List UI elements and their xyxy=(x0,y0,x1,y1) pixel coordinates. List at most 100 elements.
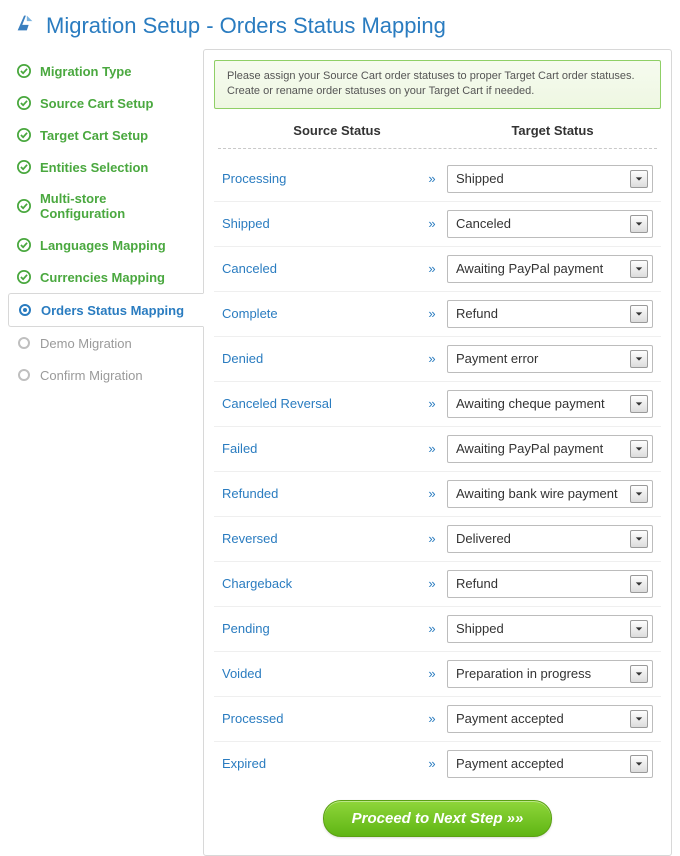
target-status-select[interactable]: Awaiting PayPal payment xyxy=(447,435,653,463)
info-box: Please assign your Source Cart order sta… xyxy=(214,60,661,109)
sidebar-item-label: Source Cart Setup xyxy=(40,96,153,111)
mapping-row: Complete» Refund xyxy=(214,291,661,336)
arrow-icon: » xyxy=(417,441,447,456)
arrow-icon: » xyxy=(417,216,447,231)
proceed-button[interactable]: Proceed to Next Step »» xyxy=(323,800,553,837)
page-title: Migration Setup - Orders Status Mapping xyxy=(46,13,446,39)
source-status-label[interactable]: Complete xyxy=(222,306,417,321)
source-status-label[interactable]: Chargeback xyxy=(222,576,417,591)
target-status-select[interactable]: Preparation in progress xyxy=(447,660,653,688)
mapping-row: Pending» Shipped xyxy=(214,606,661,651)
target-status-value: Payment accepted xyxy=(456,711,564,726)
source-status-label[interactable]: Denied xyxy=(222,351,417,366)
arrow-icon: » xyxy=(417,396,447,411)
target-status-select[interactable]: Canceled xyxy=(447,210,653,238)
sidebar-item[interactable]: Orders Status Mapping xyxy=(8,293,204,327)
check-circle-icon xyxy=(16,159,32,175)
wizard-sidebar: Migration Type Source Cart Setup Target Ca… xyxy=(8,49,203,856)
check-circle-icon xyxy=(16,63,32,79)
chevron-down-icon xyxy=(630,665,648,683)
target-status-select[interactable]: Awaiting PayPal payment xyxy=(447,255,653,283)
chevron-down-icon xyxy=(630,485,648,503)
sidebar-item-label: Demo Migration xyxy=(40,336,132,351)
sidebar-item-label: Confirm Migration xyxy=(40,368,143,383)
mapping-row: Refunded»Awaiting bank wire payment xyxy=(214,471,661,516)
chevron-down-icon xyxy=(630,575,648,593)
source-status-label[interactable]: Expired xyxy=(222,756,417,771)
source-status-label[interactable]: Voided xyxy=(222,666,417,681)
target-status-value: Shipped xyxy=(456,621,504,636)
target-status-select[interactable]: Payment accepted xyxy=(447,705,653,733)
chevron-down-icon xyxy=(630,260,648,278)
target-status-select[interactable]: Refund xyxy=(447,300,653,328)
source-status-label[interactable]: Canceled Reversal xyxy=(222,396,417,411)
sidebar-item[interactable]: Languages Mapping xyxy=(8,229,203,261)
mapping-row: Processed»Payment accepted xyxy=(214,696,661,741)
target-status-value: Refund xyxy=(456,306,498,321)
arrow-icon: » xyxy=(417,486,447,501)
target-status-value: Preparation in progress xyxy=(456,666,591,681)
arrow-icon: » xyxy=(417,261,447,276)
arrow-icon: » xyxy=(417,306,447,321)
source-status-label[interactable]: Processed xyxy=(222,711,417,726)
target-status-select[interactable]: Payment error xyxy=(447,345,653,373)
target-status-select[interactable]: Shipped xyxy=(447,615,653,643)
sidebar-item[interactable]: Migration Type xyxy=(8,55,203,87)
target-status-select[interactable]: Awaiting cheque payment xyxy=(447,390,653,418)
info-line: Create or rename order statuses on your … xyxy=(227,84,648,99)
sidebar-item-label: Migration Type xyxy=(40,64,131,79)
source-status-label[interactable]: Reversed xyxy=(222,531,417,546)
target-status-value: Awaiting PayPal payment xyxy=(456,261,603,276)
sidebar-item[interactable]: Entities Selection xyxy=(8,151,203,183)
source-column-header: Source Status xyxy=(222,123,452,138)
chevron-down-icon xyxy=(630,530,648,548)
sidebar-item[interactable]: Source Cart Setup xyxy=(8,87,203,119)
chevron-down-icon xyxy=(630,620,648,638)
target-status-select[interactable]: Shipped xyxy=(447,165,653,193)
target-status-value: Delivered xyxy=(456,531,511,546)
divider xyxy=(218,148,657,149)
arrow-icon: » xyxy=(417,621,447,636)
radio-empty-icon xyxy=(16,367,32,383)
source-status-label[interactable]: Processing xyxy=(222,171,417,186)
radio-empty-icon xyxy=(16,335,32,351)
source-status-label[interactable]: Canceled xyxy=(222,261,417,276)
mapping-row: Processing»Shipped xyxy=(214,157,661,201)
source-status-label[interactable]: Failed xyxy=(222,441,417,456)
column-headers: Source Status Target Status xyxy=(214,109,661,148)
arrow-icon: » xyxy=(417,756,447,771)
target-status-value: Payment error xyxy=(456,351,538,366)
mapping-row: Canceled» Awaiting PayPal payment xyxy=(214,246,661,291)
main-panel: Please assign your Source Cart order sta… xyxy=(203,49,672,856)
source-status-label[interactable]: Shipped xyxy=(222,216,417,231)
target-status-select[interactable]: Awaiting bank wire payment xyxy=(447,480,653,508)
page-header: Migration Setup - Orders Status Mapping xyxy=(0,0,680,49)
mapping-row: Reversed»Delivered xyxy=(214,516,661,561)
target-status-select[interactable]: Payment accepted xyxy=(447,750,653,778)
mapping-row: Chargeback»Refund xyxy=(214,561,661,606)
target-status-select[interactable]: Refund xyxy=(447,570,653,598)
radio-active-icon xyxy=(17,302,33,318)
target-column-header: Target Status xyxy=(452,123,653,138)
target-status-value: Refund xyxy=(456,576,498,591)
check-circle-icon xyxy=(16,198,32,214)
mapping-row: Expired»Payment accepted xyxy=(214,741,661,786)
source-status-label[interactable]: Pending xyxy=(222,621,417,636)
sidebar-item[interactable]: Multi-store Configuration xyxy=(8,183,203,229)
target-status-value: Awaiting cheque payment xyxy=(456,396,605,411)
source-status-label[interactable]: Refunded xyxy=(222,486,417,501)
sidebar-item[interactable]: Confirm Migration xyxy=(8,359,203,391)
arrow-icon: » xyxy=(417,171,447,186)
arrow-icon: » xyxy=(417,351,447,366)
sidebar-item[interactable]: Currencies Mapping xyxy=(8,261,203,293)
target-status-select[interactable]: Delivered xyxy=(447,525,653,553)
sidebar-item-label: Entities Selection xyxy=(40,160,148,175)
check-circle-icon xyxy=(16,127,32,143)
check-circle-icon xyxy=(16,237,32,253)
sidebar-item-label: Target Cart Setup xyxy=(40,128,148,143)
chevron-down-icon xyxy=(630,350,648,368)
sidebar-item[interactable]: Demo Migration xyxy=(8,327,203,359)
sidebar-item[interactable]: Target Cart Setup xyxy=(8,119,203,151)
sidebar-item-label: Orders Status Mapping xyxy=(41,303,184,318)
mapping-row: Canceled Reversal» Awaiting cheque paymen… xyxy=(214,381,661,426)
